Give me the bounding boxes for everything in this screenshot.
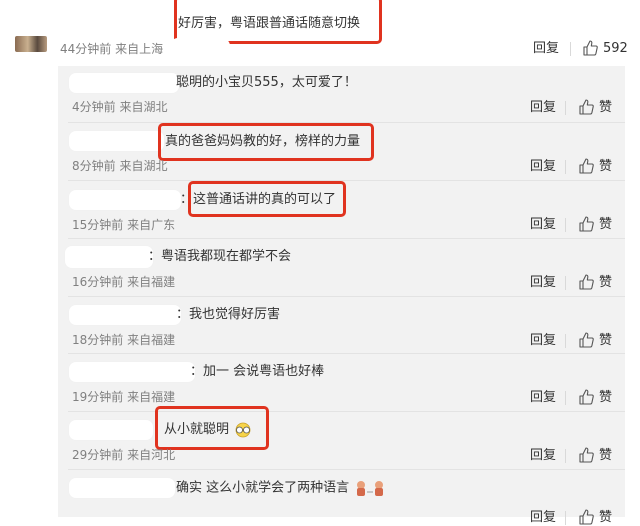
list-item: ：这普通话讲的真的可以了 15分钟前 来自广东 回复 赞 bbox=[58, 181, 625, 239]
reply-meta: 8分钟前 来自湖北 bbox=[72, 159, 168, 173]
reply-button[interactable]: 回复 bbox=[530, 100, 556, 116]
list-item: 确实 这么小就学会了两种语言 回复 赞 bbox=[58, 470, 625, 525]
like-button[interactable]: 赞 bbox=[599, 448, 612, 464]
reply-list: 聪明的小宝贝555，太可爱了！ 4分钟前 来自湖北 回复 赞 真的爸爸妈妈教的好… bbox=[58, 66, 625, 525]
reply-text: 聪明的小宝贝555，太可爱了！ bbox=[176, 75, 357, 90]
like-count: 592 bbox=[603, 41, 628, 56]
username-redacted bbox=[68, 419, 154, 441]
reply-text: ：加一 会说粤语也好棒 bbox=[190, 364, 325, 379]
username-redacted bbox=[170, 38, 230, 58]
username-redacted bbox=[68, 130, 165, 152]
thumbs-up-icon[interactable] bbox=[578, 447, 594, 463]
username-redacted bbox=[68, 361, 196, 383]
thumbs-up-icon[interactable] bbox=[578, 99, 594, 115]
like-button[interactable]: 赞 bbox=[599, 100, 612, 116]
username-redacted bbox=[68, 189, 182, 211]
thumbs-up-icon[interactable] bbox=[578, 509, 594, 525]
thumbs-up-icon[interactable] bbox=[578, 389, 594, 405]
reply-button[interactable]: 回复 bbox=[530, 275, 556, 291]
list-item: 真的爸爸妈妈教的好，榜样的力量 8分钟前 来自湖北 回复 赞 bbox=[58, 123, 625, 181]
thumbs-up-icon[interactable] bbox=[578, 158, 594, 174]
dancing-emoji bbox=[357, 481, 384, 496]
thumbs-up-icon[interactable] bbox=[578, 332, 594, 348]
divider bbox=[565, 391, 566, 405]
reply-button[interactable]: 回复 bbox=[530, 390, 556, 406]
reply-text-body: 确实 这么小就学会了两种语言 bbox=[176, 480, 350, 496]
reply-text: ：我也觉得好厉害 bbox=[176, 307, 281, 322]
divider bbox=[570, 42, 571, 56]
username-redacted bbox=[68, 72, 180, 94]
reply-meta: 15分钟前 来自广东 bbox=[72, 218, 176, 232]
reply-meta: 4分钟前 来自湖北 bbox=[72, 100, 168, 114]
like-button[interactable]: 赞 bbox=[599, 275, 612, 291]
reply-button[interactable]: 回复 bbox=[530, 333, 556, 349]
username-redacted bbox=[68, 304, 182, 326]
reply-meta: 18分钟前 来自福建 bbox=[72, 333, 176, 347]
reply-text: ：粤语我都现在都学不会 bbox=[148, 249, 292, 264]
highlight-box bbox=[155, 406, 269, 450]
like-button[interactable]: 赞 bbox=[599, 159, 612, 175]
list-item: 聪明的小宝贝555，太可爱了！ 4分钟前 来自湖北 回复 赞 bbox=[58, 66, 625, 123]
reply-button[interactable]: 回复 bbox=[530, 159, 556, 175]
highlight-box bbox=[188, 181, 346, 217]
username-redacted bbox=[68, 477, 176, 499]
highlight-box bbox=[158, 123, 374, 161]
like-button[interactable]: 赞 bbox=[599, 217, 612, 233]
reply-meta: 19分钟前 来自福建 bbox=[72, 390, 176, 404]
reply-button[interactable]: 回复 bbox=[530, 510, 556, 526]
reply-button[interactable]: 回复 bbox=[530, 448, 556, 464]
main-comment: 好厉害，粤语跟普通话随意切换 44分钟前 来自上海 回复 592 bbox=[0, 0, 640, 66]
like-button[interactable]: 赞 bbox=[599, 510, 612, 526]
thumbs-up-icon[interactable] bbox=[582, 40, 598, 56]
list-item: ：粤语我都现在都学不会 16分钟前 来自福建 回复 赞 bbox=[58, 239, 625, 297]
thumbs-up-icon[interactable] bbox=[578, 274, 594, 290]
comment-meta: 44分钟前 来自上海 bbox=[60, 42, 164, 56]
reply-meta: 29分钟前 来自河北 bbox=[72, 448, 176, 462]
divider bbox=[565, 218, 566, 232]
username-redacted bbox=[60, 15, 180, 33]
thumbs-up-icon[interactable] bbox=[578, 216, 594, 232]
reply-button[interactable]: 回复 bbox=[533, 41, 559, 57]
divider bbox=[565, 449, 566, 463]
username-redacted bbox=[64, 245, 154, 269]
divider bbox=[565, 160, 566, 174]
reply-button[interactable]: 回复 bbox=[530, 217, 556, 233]
divider bbox=[565, 511, 566, 525]
avatar[interactable] bbox=[15, 36, 47, 52]
reply-text: 确实 这么小就学会了两种语言 bbox=[176, 479, 391, 498]
list-item: ：我也觉得好厉害 18分钟前 来自福建 回复 赞 bbox=[58, 297, 625, 354]
list-item: ：加一 会说粤语也好棒 19分钟前 来自福建 回复 赞 bbox=[58, 354, 625, 412]
like-button[interactable]: 赞 bbox=[599, 390, 612, 406]
divider bbox=[565, 334, 566, 348]
reply-meta: 16分钟前 来自福建 bbox=[72, 275, 176, 289]
like-button[interactable]: 赞 bbox=[599, 333, 612, 349]
divider bbox=[565, 101, 566, 115]
divider bbox=[565, 276, 566, 290]
list-item: 从小就聪明 29分钟前 来自河北 回复 赞 bbox=[58, 406, 625, 470]
